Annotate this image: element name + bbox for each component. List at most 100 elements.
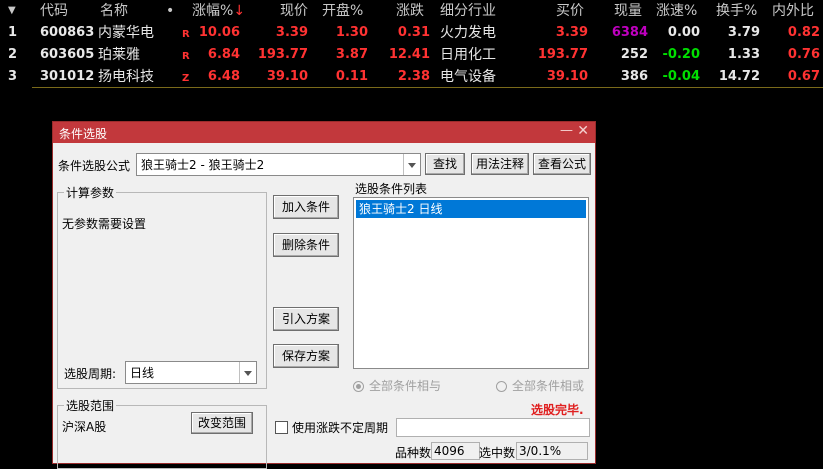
list-item[interactable]: 狼王骑士2 日线	[356, 200, 586, 218]
volume: 386	[620, 69, 648, 84]
formula-label: 条件选股公式	[58, 159, 131, 173]
table-row[interactable]: 2 603605 珀莱雅 R 6.84 193.77 3.87 12.41 日用…	[0, 44, 823, 66]
header-change-pct[interactable]: 涨幅%↓	[192, 0, 245, 22]
volume: 6384	[611, 25, 648, 40]
header-ratio[interactable]: 内外比	[772, 0, 814, 22]
header-price[interactable]: 现价	[258, 0, 308, 22]
radio-all-or-label: 全部条件相或	[512, 379, 585, 393]
price: 193.77	[257, 47, 308, 62]
price: 3.39	[275, 25, 308, 40]
stock-code: 600863	[40, 25, 95, 40]
ratio: 0.82	[787, 25, 820, 40]
bid-price: 3.39	[555, 25, 588, 40]
stock-code: 301012	[40, 69, 95, 84]
row-index: 1	[8, 25, 18, 40]
save-plan-button[interactable]: 保存方案	[273, 344, 339, 368]
change-pct: 6.48	[207, 69, 240, 84]
radio-dot	[496, 381, 507, 392]
speed: -0.04	[662, 69, 700, 84]
ratio: 0.76	[787, 47, 820, 62]
radio-all-or[interactable]: 全部条件相或	[496, 377, 584, 394]
open-pct: 1.30	[335, 25, 368, 40]
params-group-caption: 计算参数	[64, 184, 117, 201]
count-label: 品种数	[395, 446, 432, 460]
bid-price: 193.77	[537, 47, 588, 62]
selected-label: 选中数	[479, 446, 516, 460]
add-condition-button[interactable]: 加入条件	[273, 195, 339, 219]
speed: -0.20	[662, 47, 700, 62]
industry: 日用化工	[440, 47, 496, 63]
open-pct: 3.87	[335, 47, 368, 62]
table-divider	[32, 87, 823, 88]
header-speed[interactable]: 涨速%	[656, 0, 697, 22]
quote-table-header: ▼ 代码 名称 • 涨幅%↓ 现价 开盘% 涨跌 细分行业 买价 现量 涨速% …	[0, 0, 823, 22]
change: 2.38	[397, 69, 430, 84]
irregular-period-checkbox[interactable]	[275, 421, 288, 434]
period-label: 选股周期:	[64, 367, 117, 381]
chevron-down-icon[interactable]	[239, 362, 256, 383]
count-value: 4096	[431, 442, 480, 460]
turnover: 3.79	[727, 25, 760, 40]
header-code[interactable]: 代码	[40, 0, 68, 22]
formula-value: 狼王骑士2 - 狼王骑士2	[141, 158, 265, 172]
header-name[interactable]: 名称	[100, 0, 128, 22]
header-bid[interactable]: 买价	[556, 0, 584, 22]
header-change[interactable]: 涨跌	[396, 0, 424, 22]
scope-value: 沪深A股	[62, 420, 107, 434]
find-button[interactable]: 查找	[425, 153, 465, 175]
radio-all-and[interactable]: 全部条件相与	[353, 377, 441, 394]
bid-price: 39.10	[546, 69, 588, 84]
chevron-down-icon[interactable]	[403, 154, 420, 175]
status-text: 选股完毕.	[531, 403, 584, 417]
stock-name: 珀莱雅	[98, 47, 140, 63]
condition-list-label: 选股条件列表	[355, 182, 428, 196]
change: 0.31	[397, 25, 430, 40]
scope-group-caption: 选股范围	[64, 397, 117, 414]
params-group: 计算参数 无参数需要设置 选股周期: 日线	[57, 184, 267, 389]
change-pct: 10.06	[198, 25, 240, 40]
import-plan-button[interactable]: 引入方案	[273, 307, 339, 331]
dialog-titlebar[interactable]: 条件选股 — ✕	[53, 122, 595, 143]
no-params-text: 无参数需要设置	[62, 217, 147, 231]
period-value: 日线	[130, 366, 155, 380]
change-scope-button[interactable]: 改变范围	[191, 412, 253, 434]
turnover: 1.33	[727, 47, 760, 62]
formula-select[interactable]: 狼王骑士2 - 狼王骑士2	[136, 153, 421, 176]
dialog-title: 条件选股	[59, 127, 108, 141]
header-turnover[interactable]: 换手%	[716, 0, 757, 22]
row-index: 3	[8, 69, 18, 84]
volume: 252	[620, 47, 648, 62]
header-open-pct[interactable]: 开盘%	[322, 0, 363, 22]
minimize-icon[interactable]: —	[560, 123, 573, 138]
view-formula-button[interactable]: 查看公式	[533, 153, 591, 175]
period-input[interactable]	[396, 418, 590, 437]
header-industry[interactable]: 细分行业	[440, 0, 496, 22]
selected-value: 3/0.1%	[516, 442, 588, 460]
speed: 0.00	[667, 25, 700, 40]
change-pct: 6.84	[207, 47, 240, 62]
row-index: 2	[8, 47, 18, 62]
open-pct: 0.11	[335, 69, 368, 84]
header-dot: •	[166, 3, 175, 19]
sort-indicator-icon[interactable]: ▼	[8, 0, 16, 22]
close-icon[interactable]: ✕	[577, 123, 589, 139]
table-row[interactable]: 3 301012 扬电科技 Z 6.48 39.10 0.11 2.38 电气设…	[0, 66, 823, 88]
ratio: 0.67	[787, 69, 820, 84]
margin-flag: R	[182, 51, 190, 62]
stock-name: 内蒙华电	[98, 25, 154, 41]
table-row[interactable]: 1 600863 内蒙华电 R 10.06 3.39 1.30 0.31 火力发…	[0, 22, 823, 44]
irregular-period-label: 使用涨跌不定周期	[292, 421, 389, 435]
condition-list[interactable]: 狼王骑士2 日线	[353, 197, 589, 369]
price: 39.10	[266, 69, 308, 84]
condition-screener-dialog: 条件选股 — ✕ 条件选股公式 狼王骑士2 - 狼王骑士2 查找 用法注释 查看…	[52, 121, 596, 469]
turnover: 14.72	[718, 69, 760, 84]
period-select[interactable]: 日线	[125, 361, 257, 384]
usage-notes-button[interactable]: 用法注释	[471, 153, 529, 175]
header-volume[interactable]: 现量	[614, 0, 642, 22]
delete-condition-button[interactable]: 删除条件	[273, 233, 339, 257]
radio-dot	[353, 381, 364, 392]
radio-all-and-label: 全部条件相与	[369, 379, 442, 393]
margin-flag: R	[182, 29, 190, 40]
sort-arrow-icon: ↓	[233, 3, 246, 19]
industry: 电气设备	[440, 69, 496, 85]
